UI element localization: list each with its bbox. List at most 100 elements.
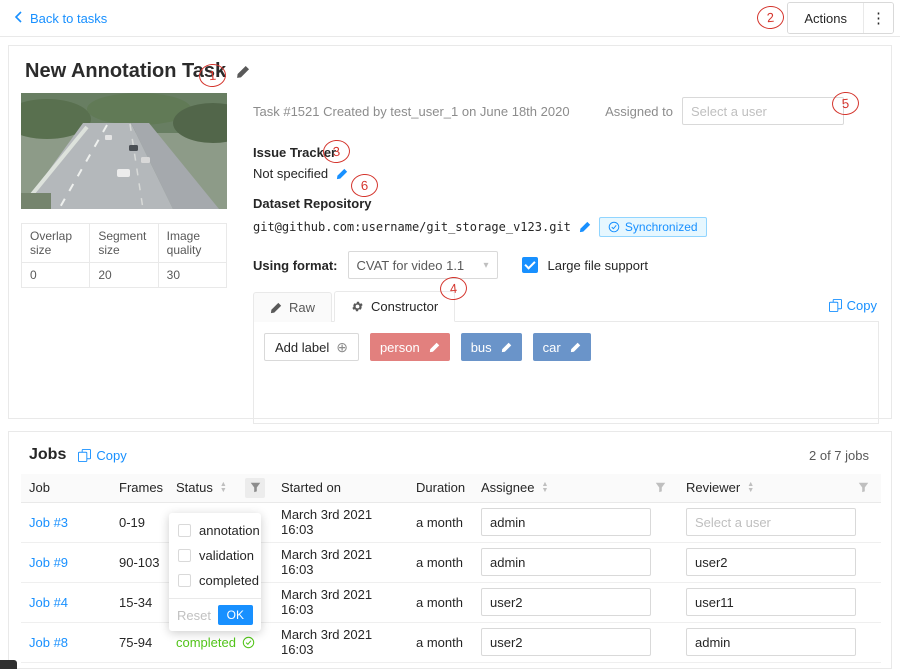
label-tag-person-name: person [380,340,420,355]
copy-jobs-label: Copy [96,448,126,463]
job-row-3: Job #3 0-19 March 3rd 2021 16:03 a month [21,502,881,542]
back-chevron-icon [14,11,23,26]
job-link[interactable]: Job #8 [29,635,68,650]
job-started: March 3rd 2021 16:03 [273,582,408,622]
assigned-to-label: Assigned to [605,104,673,119]
jobs-header: Jobs Copy 2 of 7 jobs [21,446,879,474]
reviewer-input[interactable] [686,548,856,576]
column-header-duration: Duration [408,474,473,502]
actions-button[interactable]: Actions [788,3,863,33]
tab-raw-label: Raw [289,300,315,315]
reviewer-input[interactable] [686,508,856,536]
reviewer-input[interactable] [686,588,856,616]
job-duration: a month [408,542,473,582]
chevron-down-icon: ▾ [483,260,488,271]
tab-constructor[interactable]: Constructor [334,291,455,322]
copy-jobs-link[interactable]: Copy [78,448,126,463]
sort-reviewer-icon[interactable]: ▲▼ [747,482,754,494]
labels-constructor-area: Add label ⊕ person bus [253,322,879,424]
assigned-to-input[interactable] [682,97,844,125]
tab-constructor-label: Constructor [371,299,438,314]
sort-status-icon[interactable]: ▲▼ [220,482,227,494]
check-circle-icon [242,636,255,649]
column-header-started: Started on [273,474,408,502]
edit-label-icon[interactable] [501,342,512,353]
add-label-button[interactable]: Add label ⊕ [264,333,359,361]
export-format-row: Using format: CVAT for video 1.1 ▾ Large… [253,251,879,279]
job-link[interactable]: Job #3 [29,515,68,530]
job-duration: a month [408,622,473,662]
assignee-input[interactable] [481,548,651,576]
filter-assignee-icon[interactable] [650,478,670,498]
param-header-quality: Image quality [158,224,226,263]
job-frames: 75-94 [111,622,168,662]
checkbox-validation[interactable] [178,549,191,562]
task-meta-row: Task #1521 Created by test_user_1 on Jun… [253,97,879,125]
assignee-input[interactable] [481,588,651,616]
task-details-card: New Annotation Task [8,45,892,419]
param-header-segment: Segment size [90,224,158,263]
assignee-input[interactable] [481,508,651,536]
task-params-table: Overlap size Segment size Image quality … [21,223,227,288]
filter-option-completed[interactable]: completed [169,568,261,593]
edit-issue-tracker-icon[interactable] [336,168,348,180]
label-tag-car[interactable]: car [533,333,591,361]
plus-circle-icon: ⊕ [336,340,348,354]
gear-icon [351,300,364,313]
job-started: March 3rd 2021 16:03 [273,542,408,582]
job-link[interactable]: Job #4 [29,595,68,610]
back-to-tasks-link[interactable]: Back to tasks [14,11,107,26]
checkbox-annotation[interactable] [178,524,191,537]
edit-label-icon[interactable] [429,342,440,353]
copy-icon [829,299,842,312]
job-frames: 15-34 [111,582,168,622]
column-header-reviewer[interactable]: Reviewer ▲▼ [678,474,881,502]
filter-ok-button[interactable]: OK [218,605,253,625]
checkbox-completed[interactable] [178,574,191,587]
edit-title-icon[interactable] [236,65,250,79]
filter-option-annotation[interactable]: annotation [169,518,261,543]
job-frames: 0-19 [111,502,168,542]
reviewer-input[interactable] [686,628,856,656]
sync-badge-label: Synchronized [625,220,698,234]
assigned-to-group: Assigned to [605,97,844,125]
column-header-frames: Frames [111,474,168,502]
sort-assignee-icon[interactable]: ▲▼ [541,482,548,494]
copy-labels-link[interactable]: Copy [829,298,877,313]
job-duration: a month [408,582,473,622]
task-left-column: Overlap size Segment size Image quality … [21,93,227,424]
tab-raw[interactable]: Raw [253,292,332,322]
param-header-overlap: Overlap size [22,224,90,263]
filter-reviewer-icon[interactable] [853,478,873,498]
job-status-completed: completed [176,635,265,650]
task-right-column: Task #1521 Created by test_user_1 on Jun… [253,93,879,424]
column-header-assignee[interactable]: Assignee ▲▼ [473,474,678,502]
job-started: March 3rd 2021 16:03 [273,622,408,662]
label-tag-person[interactable]: person [370,333,450,361]
edit-label-icon[interactable] [570,342,581,353]
filter-option-validation[interactable]: validation [169,543,261,568]
edit-repository-icon[interactable] [579,221,591,233]
job-link[interactable]: Job #9 [29,555,68,570]
large-file-checkbox[interactable] [522,257,538,273]
format-select[interactable]: CVAT for video 1.1 ▾ [348,251,498,279]
task-title-row: New Annotation Task [21,60,879,83]
filter-footer: Reset OK [169,598,261,631]
pencil-icon [270,302,282,314]
assignee-input[interactable] [481,628,651,656]
actions-menu-icon[interactable]: ⋮ [863,3,893,33]
large-file-label: Large file support [548,258,648,273]
format-select-value: CVAT for video 1.1 [357,258,465,273]
filter-status-icon[interactable] [245,478,265,498]
job-row-9: Job #9 90-103 March 3rd 2021 16:03 a mon… [21,542,881,582]
column-header-status[interactable]: Status ▲▼ [168,474,273,502]
task-meta-text: Task #1521 Created by test_user_1 on Jun… [253,104,570,119]
job-row-8: Job #8 75-94 completed March 3rd 2021 16… [21,622,881,662]
jobs-table-header-row: Job Frames Status ▲▼ Started on Duration [21,474,881,502]
param-value-segment: 20 [90,263,158,288]
label-tag-bus[interactable]: bus [461,333,522,361]
filter-reset-button[interactable]: Reset [177,608,211,623]
add-label-text: Add label [275,340,329,355]
back-label: Back to tasks [30,11,107,26]
job-duration: a month [408,502,473,542]
